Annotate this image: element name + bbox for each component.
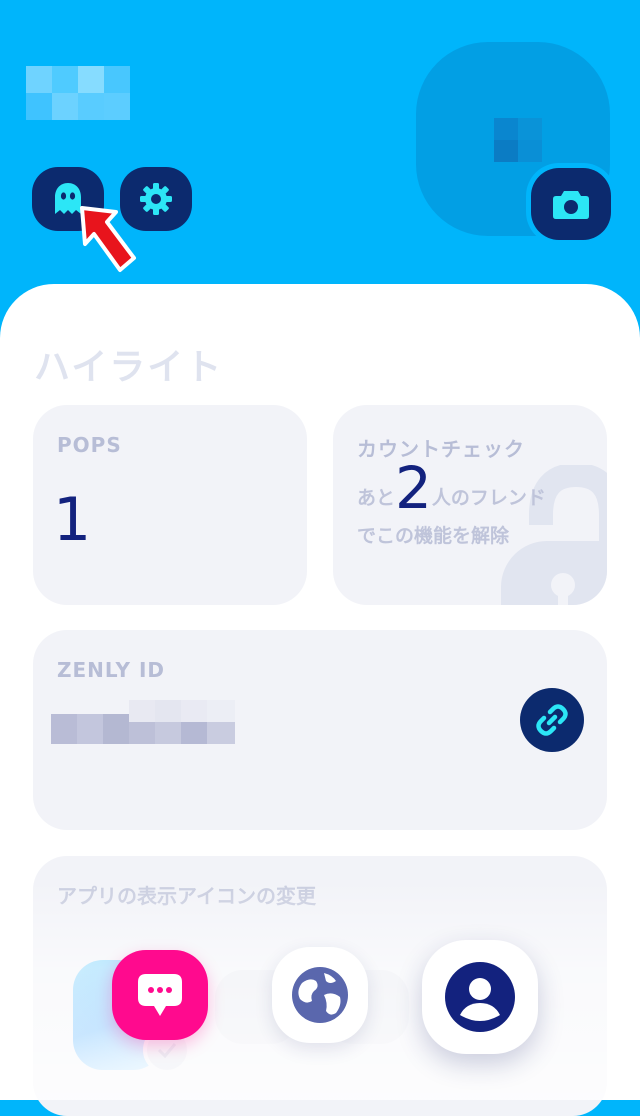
nav-profile-button[interactable] xyxy=(422,940,538,1054)
count-check-prefix: あと xyxy=(357,487,396,509)
gear-icon xyxy=(140,183,172,215)
count-check-line2: でこの機能を解除 xyxy=(357,525,510,547)
camera-icon xyxy=(553,191,589,219)
pops-value: 1 xyxy=(53,485,92,555)
pops-card[interactable]: POPS 1 xyxy=(33,405,307,605)
avatar-redacted xyxy=(494,118,542,162)
zenly-id-label: ZENLY ID xyxy=(57,658,166,682)
username-redacted xyxy=(26,66,130,120)
globe-icon xyxy=(292,967,348,1023)
zenly-id-card[interactable]: ZENLY ID xyxy=(33,630,607,830)
camera-button[interactable] xyxy=(531,168,611,240)
pops-label: POPS xyxy=(57,433,122,457)
link-icon xyxy=(536,704,568,736)
nav-chat-button[interactable] xyxy=(112,950,208,1040)
count-check-number: 2 xyxy=(395,454,432,522)
person-icon xyxy=(445,962,515,1032)
count-check-card[interactable]: カウントチェック あと2人のフレンド でこの機能を解除 xyxy=(333,405,607,605)
count-check-suffix: 人のフレンド xyxy=(431,487,546,509)
count-check-description: あと2人のフレンド でこの機能を解除 xyxy=(357,459,597,555)
zenly-id-redacted xyxy=(51,700,235,744)
red-arrow-annotation xyxy=(80,206,136,272)
nav-map-button[interactable] xyxy=(272,947,368,1043)
copy-link-button[interactable] xyxy=(520,688,584,752)
highlights-title: ハイライト xyxy=(34,347,224,388)
app-icon-label: アプリの表示アイコンの変更 xyxy=(57,884,316,908)
chat-bubble-icon xyxy=(138,974,182,1016)
count-check-label: カウントチェック xyxy=(357,437,525,461)
